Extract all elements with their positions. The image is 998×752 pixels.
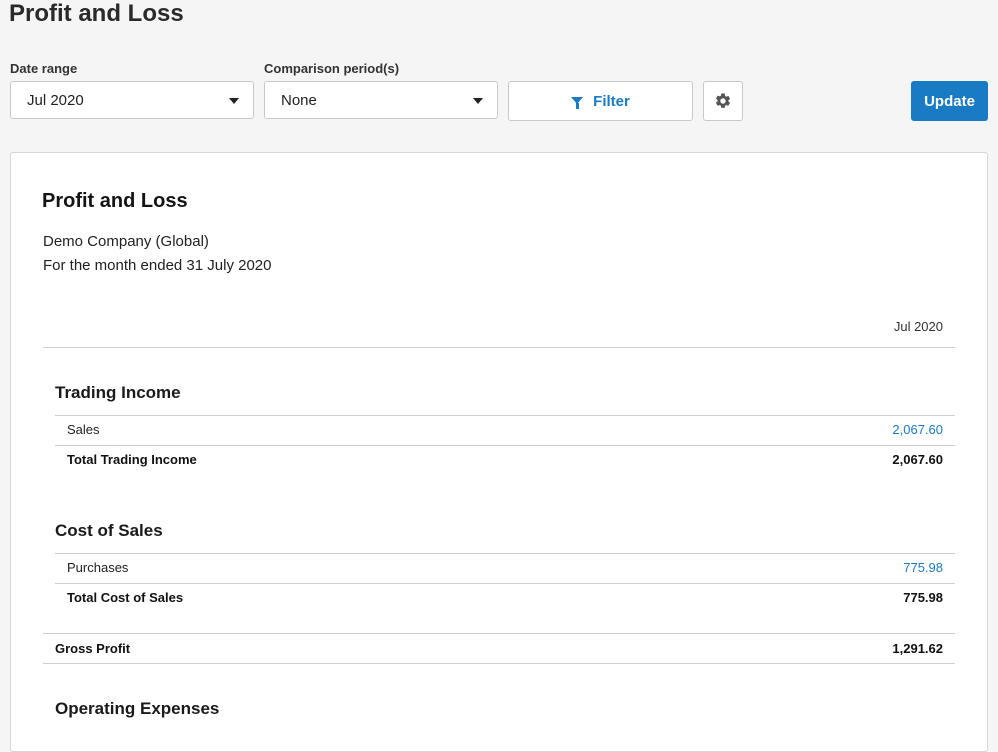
total-trading-income-label: Total Trading Income — [67, 452, 197, 467]
company-name: Demo Company (Global) — [43, 233, 209, 250]
settings-button[interactable] — [703, 81, 743, 121]
row-value-purchases-link[interactable]: 775.98 — [903, 560, 943, 575]
divider — [55, 583, 955, 584]
divider — [55, 553, 955, 554]
comparison-period-label: Comparison period(s) — [264, 61, 400, 76]
comparison-period-value: None — [281, 91, 317, 109]
chevron-down-icon — [473, 98, 483, 104]
divider — [43, 633, 955, 634]
chevron-down-icon — [229, 98, 239, 104]
section-title-trading-income: Trading Income — [55, 383, 181, 402]
total-cost-of-sales-label: Total Cost of Sales — [67, 590, 184, 605]
report-period: For the month ended 31 July 2020 — [43, 257, 272, 274]
gross-profit-label: Gross Profit — [55, 641, 131, 656]
date-range-label: Date range — [10, 61, 78, 76]
row-value-sales-link[interactable]: 2,067.60 — [892, 422, 943, 437]
filter-button-label: Filter — [593, 92, 630, 110]
total-cost-of-sales-value: 775.98 — [903, 590, 943, 605]
comparison-period-select[interactable]: None — [264, 81, 498, 119]
update-button-label: Update — [924, 92, 975, 110]
divider — [55, 415, 955, 416]
divider — [43, 347, 955, 348]
report-panel: Profit and Loss Demo Company (Global) Fo… — [10, 152, 988, 752]
divider — [55, 445, 955, 446]
filter-button[interactable]: Filter — [508, 81, 693, 121]
row-label-purchases: Purchases — [67, 560, 129, 575]
date-range-select[interactable]: Jul 2020 — [10, 81, 254, 119]
total-trading-income-value: 2,067.60 — [892, 452, 943, 467]
date-range-value: Jul 2020 — [27, 91, 84, 109]
column-header: Jul 2020 — [893, 319, 943, 334]
row-label-sales: Sales — [67, 422, 100, 437]
page-title: Profit and Loss — [9, 0, 184, 27]
divider — [43, 663, 955, 664]
gross-profit-value: 1,291.62 — [892, 641, 943, 656]
section-title-cost-of-sales: Cost of Sales — [55, 521, 163, 540]
report-title: Profit and Loss — [42, 190, 188, 212]
update-button[interactable]: Update — [911, 81, 988, 121]
filter-icon — [571, 96, 584, 109]
section-title-operating-expenses: Operating Expenses — [55, 699, 220, 718]
gear-icon — [715, 93, 731, 108]
